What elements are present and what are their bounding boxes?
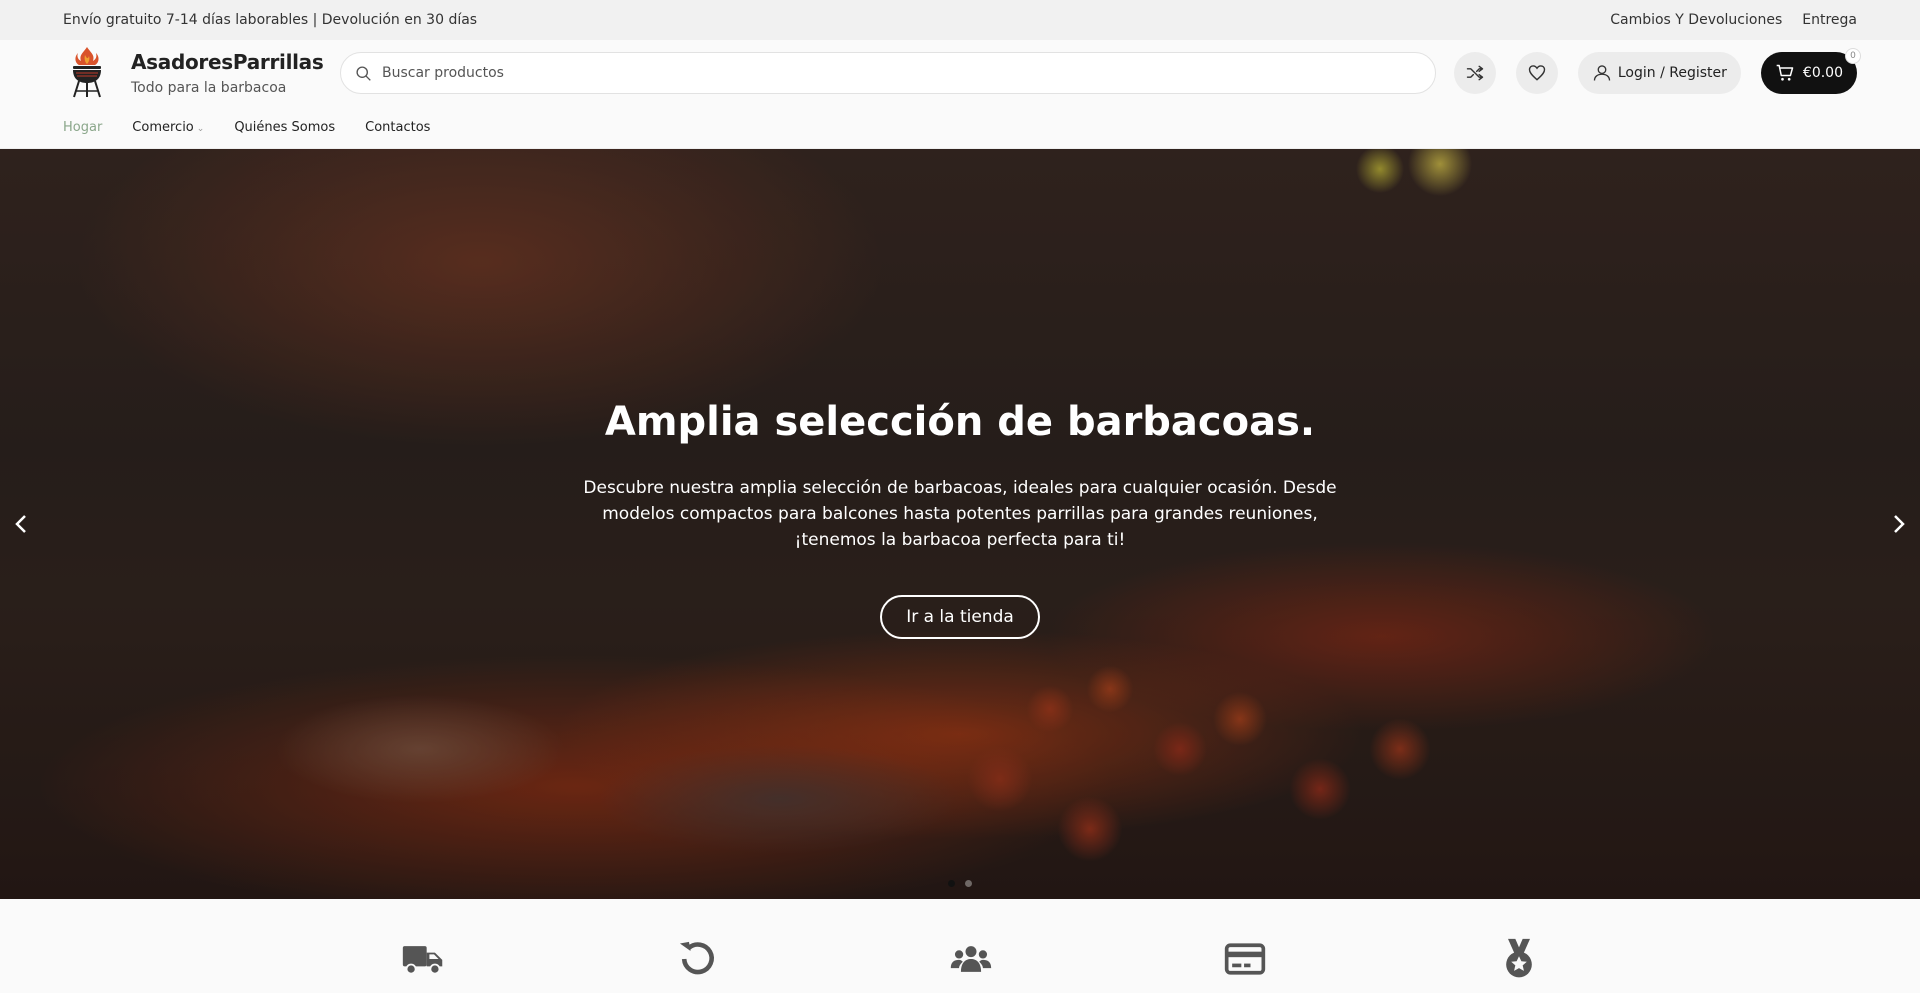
- hero-description: Descubre nuestra amplia selección de bar…: [583, 478, 1337, 550]
- hero-content: Amplia selección de barbacoas. Descubre …: [0, 149, 1920, 899]
- top-links: Cambios Y Devoluciones Entrega: [1610, 12, 1857, 28]
- nav-item-hogar[interactable]: Hogar: [63, 120, 102, 135]
- feature-community: [949, 937, 993, 993]
- feature-quality: [1497, 937, 1541, 993]
- compare-button[interactable]: [1453, 52, 1496, 94]
- chevron-left-icon: [15, 515, 26, 533]
- slider-dot-2[interactable]: [965, 880, 972, 887]
- nav-item-comercio-label[interactable]: Comercio: [132, 120, 193, 135]
- shipping-info: Envío gratuito 7-14 días laborables | De…: [63, 12, 478, 28]
- cart-icon: [1776, 64, 1794, 81]
- top-bar: Envío gratuito 7-14 días laborables | De…: [0, 0, 1920, 40]
- return-icon: [679, 941, 714, 975]
- slider-prev-button[interactable]: [10, 509, 34, 544]
- medal-icon: [1506, 938, 1532, 978]
- main-nav: Hogar Comercio ⌄ Quiénes Somos Contactos: [0, 106, 1920, 149]
- slider-dots: [948, 880, 972, 887]
- cart-count-badge: 0: [1845, 48, 1861, 64]
- credit-card-icon: [1224, 943, 1266, 975]
- feature-returns: [675, 937, 719, 993]
- chevron-down-icon: ⌄: [196, 123, 205, 134]
- hero-slider: Amplia selección de barbacoas. Descubre …: [0, 149, 1920, 899]
- link-cambios-devoluciones[interactable]: Cambios Y Devoluciones: [1610, 12, 1782, 28]
- truck-icon: [402, 946, 443, 975]
- brand-tagline: Todo para la barbacoa: [131, 80, 287, 96]
- nav-item-contactos[interactable]: Contactos: [365, 120, 430, 135]
- wishlist-button[interactable]: [1515, 52, 1558, 94]
- features-bar: [0, 899, 1920, 993]
- go-to-shop-button[interactable]: Ir a la tienda: [880, 595, 1040, 639]
- slider-dot-1[interactable]: [948, 880, 955, 887]
- hero-title: Amplia selección de barbacoas.: [604, 399, 1316, 445]
- login-register-button[interactable]: Login / Register: [1577, 52, 1741, 94]
- user-icon: [1593, 65, 1611, 81]
- chevron-right-icon: [1894, 515, 1905, 533]
- shuffle-icon: [1466, 65, 1484, 81]
- logo[interactable]: AsadoresParrillas Todo para la barbacoa: [63, 45, 328, 101]
- login-label: Login / Register: [1617, 65, 1727, 81]
- feature-payment: [1223, 937, 1267, 993]
- brand-name: AsadoresParrillas: [131, 50, 324, 74]
- cart-total: €0.00: [1802, 65, 1843, 81]
- users-icon: [950, 946, 992, 972]
- search-icon: [356, 65, 371, 81]
- nav-item-quienes-somos[interactable]: Quiénes Somos: [234, 120, 335, 135]
- cart-button[interactable]: €0.00 0: [1760, 48, 1861, 94]
- grill-logo-icon: [73, 47, 101, 98]
- feature-shipping: [401, 937, 445, 993]
- nav-item-comercio[interactable]: Comercio ⌄: [132, 120, 204, 135]
- search-input[interactable]: [382, 65, 1421, 81]
- header: AsadoresParrillas Todo para la barbacoa …: [0, 40, 1920, 106]
- link-entrega[interactable]: Entrega: [1802, 12, 1857, 28]
- slider-next-button[interactable]: [1886, 509, 1910, 544]
- search-bar[interactable]: [340, 52, 1436, 94]
- heart-icon: [1528, 65, 1546, 81]
